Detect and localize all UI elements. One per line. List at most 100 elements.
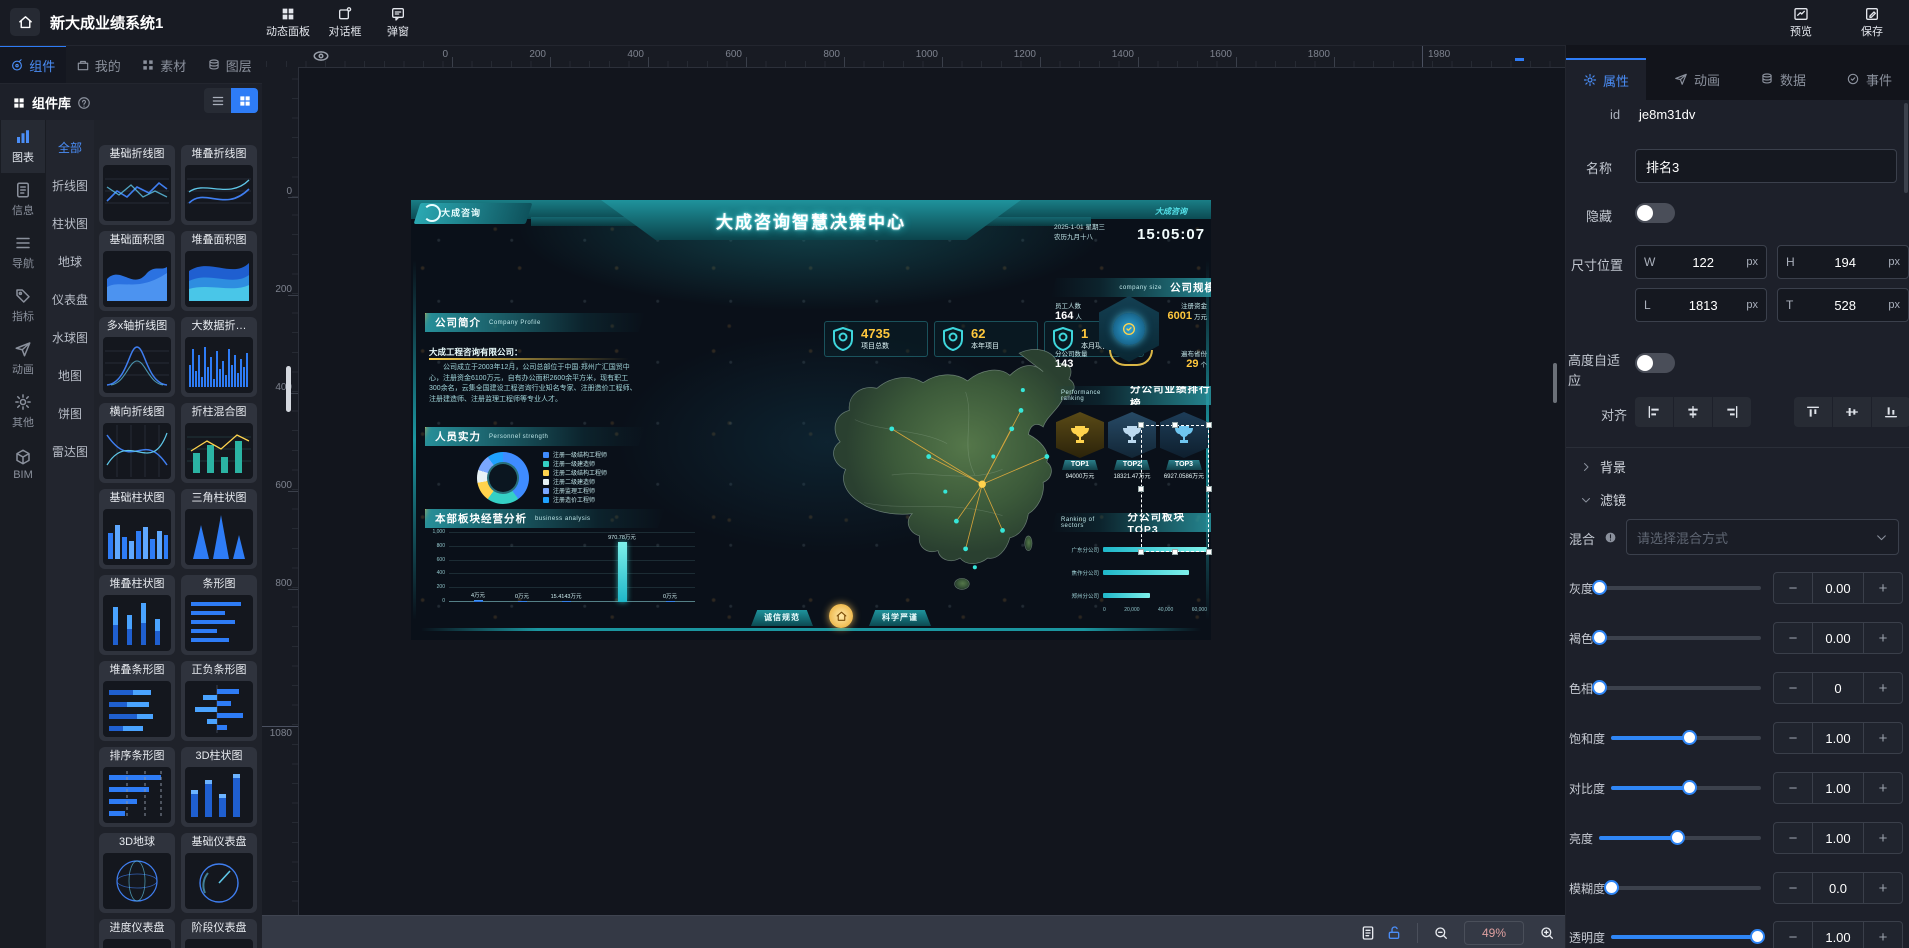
- slider-track[interactable]: [1611, 786, 1761, 790]
- save-button[interactable]: 保存: [1843, 4, 1901, 39]
- component-card[interactable]: 3D地球: [99, 833, 175, 913]
- tab-components[interactable]: 组件: [0, 45, 66, 83]
- category-item[interactable]: 折线图: [46, 166, 94, 204]
- slider-track[interactable]: [1599, 636, 1761, 640]
- category-item[interactable]: 饼图: [46, 394, 94, 432]
- canvas-scrollbar[interactable]: [1553, 363, 1557, 403]
- decrease-button[interactable]: −: [1774, 922, 1813, 948]
- rail-item[interactable]: 信息: [1, 173, 45, 226]
- category-item[interactable]: 仪表盘: [46, 280, 94, 318]
- rail-item[interactable]: 其他: [1, 385, 45, 438]
- tab-properties[interactable]: 属性: [1566, 58, 1646, 100]
- category-item[interactable]: 地球: [46, 242, 94, 280]
- resize-handle-s[interactable]: [1172, 549, 1178, 555]
- decrease-button[interactable]: −: [1774, 823, 1813, 853]
- decrease-button[interactable]: −: [1774, 773, 1813, 803]
- component-card[interactable]: 大数据折…: [181, 317, 257, 397]
- resize-handle-se[interactable]: [1206, 549, 1212, 555]
- component-card[interactable]: 堆叠条形图: [99, 661, 175, 741]
- category-item[interactable]: 雷达图: [46, 432, 94, 470]
- decrease-button[interactable]: −: [1774, 573, 1813, 603]
- increase-button[interactable]: +: [1863, 773, 1902, 803]
- rail-item[interactable]: 指标: [1, 279, 45, 332]
- component-card[interactable]: 堆叠折线图: [181, 145, 257, 225]
- rail-item[interactable]: 导航: [1, 226, 45, 279]
- component-card[interactable]: 3D柱状图: [181, 747, 257, 827]
- hide-toggle[interactable]: [1635, 203, 1675, 223]
- decrease-button[interactable]: −: [1774, 623, 1813, 653]
- dialog-button[interactable]: 对话框: [316, 4, 374, 39]
- dashboard-screen-component[interactable]: 大成咨询智慧决策中心 大成咨询 大成咨询 2025-1-01 星期三农历九月十八…: [411, 200, 1211, 640]
- list-view-button[interactable]: [204, 88, 231, 113]
- resize-handle-w[interactable]: [1138, 486, 1144, 492]
- component-card[interactable]: 正负条形图: [181, 661, 257, 741]
- resize-handle-e[interactable]: [1206, 486, 1212, 492]
- tab-assets[interactable]: 素材: [131, 45, 197, 83]
- slider-track[interactable]: [1611, 736, 1761, 740]
- slider-track[interactable]: [1599, 686, 1761, 690]
- increase-button[interactable]: +: [1863, 922, 1902, 948]
- align-center-button[interactable]: [1674, 397, 1712, 427]
- dynamic-panel-button[interactable]: 动态面板: [259, 4, 317, 39]
- slider-thumb[interactable]: [1682, 780, 1697, 795]
- resize-handle-ne[interactable]: [1206, 422, 1212, 428]
- slider-thumb[interactable]: [1670, 830, 1685, 845]
- section-background[interactable]: 背景: [1580, 457, 1626, 476]
- canvas-viewport[interactable]: 大成咨询智慧决策中心 大成咨询 大成咨询 2025-1-01 星期三农历九月十八…: [298, 67, 1565, 915]
- component-card[interactable]: 排序条形图: [99, 747, 175, 827]
- preview-button[interactable]: 预览: [1772, 4, 1830, 39]
- resize-handle-nw[interactable]: [1138, 422, 1144, 428]
- increase-button[interactable]: +: [1863, 873, 1902, 903]
- autoheight-toggle[interactable]: [1635, 353, 1675, 373]
- tab-layers[interactable]: 图层: [197, 45, 263, 83]
- category-item[interactable]: 柱状图: [46, 204, 94, 242]
- slider-thumb[interactable]: [1592, 680, 1607, 695]
- left-field[interactable]: L1813px: [1635, 288, 1767, 322]
- tab-animation[interactable]: 动画: [1658, 58, 1736, 100]
- component-card[interactable]: 折柱混合图: [181, 403, 257, 483]
- component-card[interactable]: 进度仪表盘: [99, 919, 175, 948]
- increase-button[interactable]: +: [1863, 573, 1902, 603]
- section-filters[interactable]: 滤镜: [1580, 490, 1626, 509]
- zoom-out-button[interactable]: [1428, 921, 1454, 945]
- slider-thumb[interactable]: [1604, 880, 1619, 895]
- rail-item[interactable]: BIM: [1, 438, 45, 491]
- slider-track[interactable]: [1599, 586, 1761, 590]
- component-card[interactable]: 堆叠面积图: [181, 231, 257, 311]
- height-field[interactable]: H194px: [1777, 245, 1909, 279]
- slider-thumb[interactable]: [1682, 730, 1697, 745]
- align-right-button[interactable]: [1713, 397, 1751, 427]
- grid-view-button[interactable]: [231, 88, 258, 113]
- component-card[interactable]: 基础仪表盘: [181, 833, 257, 913]
- resize-handle-sw[interactable]: [1138, 549, 1144, 555]
- component-card[interactable]: 三角柱状图: [181, 489, 257, 569]
- component-card[interactable]: 基础面积图: [99, 231, 175, 311]
- slider-track[interactable]: [1611, 935, 1761, 939]
- increase-button[interactable]: +: [1863, 673, 1902, 703]
- decrease-button[interactable]: −: [1774, 673, 1813, 703]
- align-left-button[interactable]: [1635, 397, 1673, 427]
- popup-button[interactable]: 弹窗: [369, 4, 427, 39]
- width-field[interactable]: W122px: [1635, 245, 1767, 279]
- tab-data[interactable]: 数据: [1744, 58, 1822, 100]
- name-input[interactable]: 排名3: [1635, 149, 1897, 183]
- slider-thumb[interactable]: [1592, 580, 1607, 595]
- rail-item[interactable]: 动画: [1, 332, 45, 385]
- component-card[interactable]: 横向折线图: [99, 403, 175, 483]
- zoom-in-button[interactable]: [1534, 921, 1560, 945]
- decrease-button[interactable]: −: [1774, 723, 1813, 753]
- align-middle-button[interactable]: [1833, 397, 1871, 427]
- zoom-level[interactable]: 49%: [1464, 921, 1524, 945]
- slider-thumb[interactable]: [1592, 630, 1607, 645]
- inspector-scrollbar[interactable]: [1904, 103, 1908, 193]
- tab-events[interactable]: 事件: [1830, 58, 1908, 100]
- slider-track[interactable]: [1599, 836, 1761, 840]
- increase-button[interactable]: +: [1863, 623, 1902, 653]
- align-top-button[interactable]: [1794, 397, 1832, 427]
- slider-thumb[interactable]: [1750, 929, 1765, 944]
- component-card[interactable]: 基础柱状图: [99, 489, 175, 569]
- help-icon[interactable]: [77, 96, 91, 110]
- tab-mine[interactable]: 我的: [66, 45, 132, 83]
- component-card[interactable]: 阶段仪表盘: [181, 919, 257, 948]
- increase-button[interactable]: +: [1863, 823, 1902, 853]
